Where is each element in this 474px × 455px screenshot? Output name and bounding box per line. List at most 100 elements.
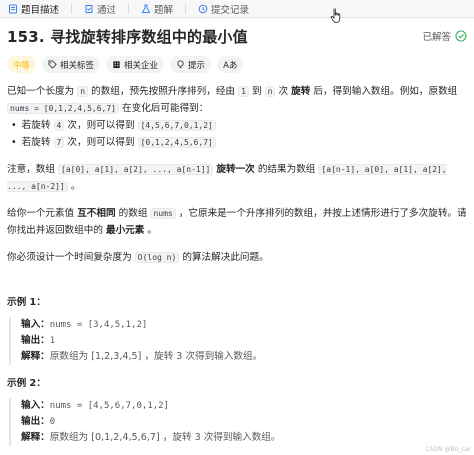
text: 。 (144, 225, 158, 236)
bold-min-element: 最小元素 (106, 225, 145, 236)
tab-label: 题目描述 (21, 4, 60, 16)
solved-label: 已解答 (422, 32, 451, 43)
text: 后，得到输入数组。例如，原数组 (310, 86, 458, 97)
tab-label: 提交记录 (211, 4, 250, 16)
translate-button[interactable]: Aあ (217, 56, 244, 73)
explain-label: 解释： (21, 432, 50, 443)
text: 。 (67, 181, 81, 192)
example-output: 输出：1 (21, 333, 467, 349)
list-item: 若旋转 7 次，则可以得到 [0,1,2,4,5,6,7] (11, 134, 467, 151)
example-explain: 解释：原数组为 [0,1,2,4,5,6,7] ，旋转 3 次得到输入数组。 (21, 430, 467, 446)
example-input: 输入：nums = [4,5,6,7,0,1,2] (21, 398, 467, 414)
code-arr1: [4,5,6,7,0,1,2] (137, 120, 216, 131)
text: 的数组 (115, 208, 151, 219)
doc-icon (9, 4, 17, 13)
tag-row: 中等 相关标签 相关企业 提示 Aあ (0, 56, 474, 73)
related-tags-button[interactable]: 相关标签 (42, 56, 101, 73)
code-ologn: O(log n) (134, 252, 180, 263)
hand-cursor-icon (330, 8, 341, 23)
rotation-examples-list: 若旋转 4 次，则可以得到 [4,5,6,7,0,1,2] 若旋转 7 次，则可… (7, 117, 467, 151)
output-label: 输出： (21, 335, 50, 346)
output-value: 0 (49, 417, 56, 427)
bold-distinct: 互不相同 (77, 208, 116, 219)
related-companies-button[interactable]: 相关企业 (106, 56, 165, 73)
text: 已知一个长度为 (7, 86, 78, 97)
check-circle-icon (455, 30, 467, 42)
text: 次，则可以得到 (64, 120, 138, 131)
input-label: 输入： (21, 400, 50, 411)
check-icon (85, 4, 93, 13)
example-1: 示例 1： 输入：nums = [3,4,5,1,2] 输出：1 解释：原数组为… (7, 294, 467, 365)
code-n: n (264, 86, 276, 97)
text: 你必须设计一个时间复杂度为 (7, 252, 135, 263)
code-one: 1 (238, 86, 249, 97)
history-icon (198, 4, 208, 13)
example-input: 输入：nums = [3,4,5,1,2] (21, 317, 467, 333)
desc-paragraph-2: 注意，数组 [a[0], a[1], a[2], ..., a[n-1]] 旋转… (7, 161, 467, 195)
text: 的结果为数组 (254, 164, 319, 175)
tab-divider (71, 3, 73, 14)
tab-solutions[interactable]: 题解 (139, 0, 175, 18)
solved-status: 已解答 (422, 29, 467, 43)
building-icon (113, 61, 120, 69)
tab-accepted[interactable]: 通过 (82, 0, 118, 18)
example-block: 输入：nums = [4,5,6,7,0,1,2] 输出：0 解释：原数组为 [… (9, 398, 467, 446)
desc-paragraph-4: 你必须设计一个时间复杂度为 O(log n) 的算法解决此问题。 (7, 249, 467, 266)
output-value: 1 (49, 336, 56, 346)
desc-paragraph-3: 给你一个元素值 互不相同 的数组 nums ，它原来是一个升序排列的数组，并按上… (7, 205, 467, 239)
tab-label: 通过 (97, 4, 117, 16)
bold-rotate: 旋转 (291, 86, 311, 97)
tab-submissions[interactable]: 提交记录 (196, 0, 251, 18)
desc-paragraph-1: 已知一个长度为 n 的数组，预先按照升序排列，经由 1 到 n 次 旋转 后，得… (7, 83, 467, 117)
list-item: 若旋转 4 次，则可以得到 [4,5,6,7,0,1,2] (11, 117, 467, 134)
text: 次，则可以得到 (64, 137, 138, 148)
tab-bar: 题目描述 通过 题解 提交记录 (0, 0, 474, 18)
example-output: 输出：0 (21, 414, 467, 430)
code-four: 4 (53, 120, 65, 131)
code-nums: nums (150, 208, 176, 219)
example-title: 示例 1： (7, 297, 46, 308)
bulb-icon (177, 60, 184, 69)
example-explain: 解释：原数组为 [1,2,3,4,5] ，旋转 3 次得到输入数组。 (21, 349, 467, 365)
problem-title: 153. 寻找旋转排序数组中的最小值 (7, 27, 248, 46)
tag-label: 相关标签 (60, 60, 95, 71)
watermark: CSDN @Bo_cai (425, 446, 470, 453)
problem-content: 已知一个长度为 n 的数组，预先按照升序排列，经由 1 到 n 次 旋转 后，得… (0, 83, 474, 446)
code-arr2: [0,1,2,4,5,6,7] (137, 137, 216, 148)
example-2: 示例 2： 输入：nums = [4,5,6,7,0,1,2] 输出：0 解释：… (7, 375, 467, 446)
tag-icon (48, 60, 57, 69)
explain-label: 解释： (21, 351, 50, 362)
text: 给你一个元素值 (7, 208, 78, 219)
bold-rotate-once: 旋转一次 (216, 164, 255, 175)
code-arr-a: [a[0], a[1], a[2], ..., a[n-1]] (58, 164, 214, 175)
tab-divider (185, 3, 187, 14)
flask-icon (141, 4, 151, 13)
text: 到 (248, 86, 265, 97)
output-label: 输出： (21, 416, 50, 427)
tag-label: 提示 (188, 60, 206, 71)
tag-label: 相关企业 (124, 60, 159, 71)
tab-divider (128, 3, 130, 14)
code-seven: 7 (53, 137, 65, 148)
code-nums-orig: nums = [0,1,2,4,5,6,7] (7, 103, 119, 114)
explain-value: 原数组为 [0,1,2,4,5,6,7] ，旋转 3 次得到输入数组。 (49, 432, 281, 443)
text: 若旋转 (21, 137, 54, 148)
text: 在变化后可能得到： (118, 103, 209, 114)
title-row: 153. 寻找旋转排序数组中的最小值 已解答 (0, 24, 474, 48)
difficulty-label: 中等 (13, 60, 31, 71)
hint-button[interactable]: 提示 (170, 56, 212, 73)
text: 的数组，预先按照升序排列，经由 (88, 86, 239, 97)
translate-icon: Aあ (223, 60, 238, 71)
text: 注意，数组 (7, 164, 59, 175)
text: 若旋转 (21, 120, 54, 131)
code-n: n (77, 86, 89, 97)
input-value: nums = [4,5,6,7,0,1,2] (49, 401, 169, 411)
tab-description[interactable]: 题目描述 (6, 0, 61, 18)
example-block: 输入：nums = [3,4,5,1,2] 输出：1 解释：原数组为 [1,2,… (9, 317, 467, 365)
example-title: 示例 2： (7, 378, 46, 389)
text: 次 (275, 86, 292, 97)
input-label: 输入： (21, 319, 50, 330)
tab-label: 题解 (154, 4, 174, 16)
text: 的算法解决此问题。 (179, 252, 269, 263)
explain-value: 原数组为 [1,2,3,4,5] ，旋转 3 次得到输入数组。 (49, 351, 263, 362)
